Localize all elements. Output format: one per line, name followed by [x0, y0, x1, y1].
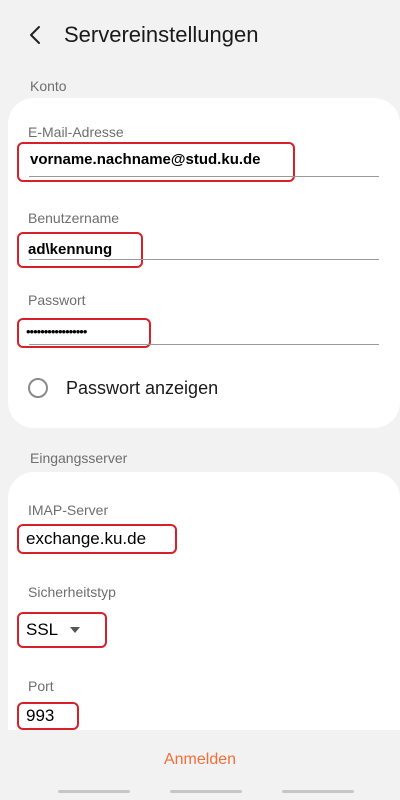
nav-back-indicator[interactable]: [282, 790, 354, 793]
email-field[interactable]: vorname.nachname@stud.ku.de: [30, 151, 261, 168]
dropdown-arrow-icon: [70, 627, 81, 633]
security-type-label: Sicherheitstyp: [28, 584, 116, 600]
password-label: Passwort: [28, 292, 86, 308]
email-label: E-Mail-Adresse: [28, 124, 124, 140]
top-app-bar: Servereinstellungen: [0, 0, 400, 70]
security-type-select[interactable]: SSL: [26, 620, 82, 640]
imap-server-field[interactable]: exchange.ku.de: [26, 529, 146, 549]
nav-recents-indicator[interactable]: [58, 790, 130, 793]
page-title: Servereinstellungen: [64, 22, 259, 47]
section-label-account: Konto: [30, 78, 67, 94]
show-password-label[interactable]: Passwort anzeigen: [66, 378, 218, 399]
nav-home-indicator[interactable]: [170, 790, 242, 793]
login-button[interactable]: Anmelden: [0, 740, 400, 780]
back-button[interactable]: [24, 20, 46, 50]
imap-server-label: IMAP-Server: [28, 502, 109, 518]
chevron-left-icon: [30, 26, 40, 44]
port-field[interactable]: 993: [26, 706, 54, 726]
account-card: E-Mail-Adresse vorname.nachname@stud.ku.…: [8, 98, 400, 428]
show-password-radio[interactable]: [28, 378, 48, 398]
email-underline: [29, 176, 379, 177]
password-field[interactable]: •••••••••••••••••: [26, 324, 87, 339]
port-label: Port: [28, 678, 54, 694]
username-underline: [29, 259, 379, 260]
username-label: Benutzername: [28, 210, 120, 226]
incoming-server-card: IMAP-Server exchange.ku.de Sicherheitsty…: [8, 472, 400, 730]
section-label-incoming-server: Eingangsserver: [30, 450, 128, 466]
security-type-value: SSL: [26, 620, 59, 639]
password-underline: [29, 344, 379, 345]
username-field[interactable]: ad\kennung: [28, 241, 112, 258]
